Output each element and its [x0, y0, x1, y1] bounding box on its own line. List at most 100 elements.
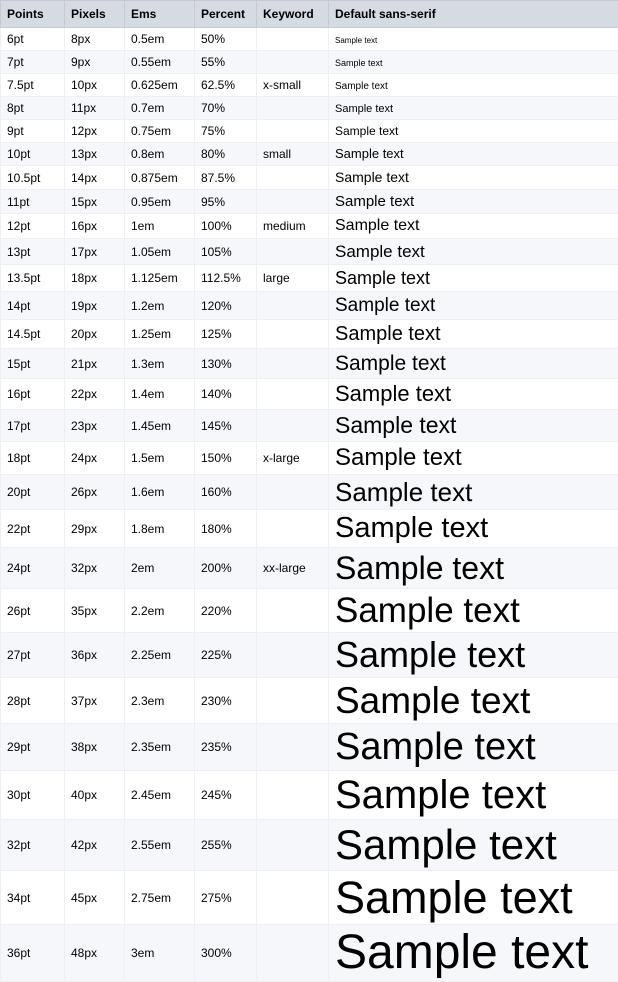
sample-text: Sample text	[335, 295, 435, 316]
cell-sample: Sample text	[329, 97, 618, 120]
table-row: 27pt36px2.25em225%Sample text	[1, 633, 618, 678]
cell-pixels: 12px	[65, 120, 125, 143]
cell-points: 16pt	[1, 379, 65, 410]
cell-points: 7.5pt	[1, 74, 65, 97]
cell-pixels: 18px	[65, 265, 125, 292]
cell-pixels: 32px	[65, 548, 125, 589]
cell-pixels: 16px	[65, 214, 125, 239]
cell-keyword	[257, 724, 329, 771]
cell-points: 11pt	[1, 190, 65, 214]
cell-points: 36pt	[1, 925, 65, 982]
cell-keyword	[257, 633, 329, 678]
cell-keyword: large	[257, 265, 329, 292]
cell-ems: 2.35em	[125, 724, 195, 771]
cell-ems: 0.875em	[125, 166, 195, 190]
sample-text: Sample text	[335, 242, 425, 261]
cell-keyword	[257, 97, 329, 120]
cell-points: 22pt	[1, 510, 65, 548]
cell-sample: Sample text	[329, 239, 618, 265]
cell-sample: Sample text	[329, 724, 618, 771]
cell-pixels: 21px	[65, 349, 125, 379]
cell-percent: 120%	[195, 292, 257, 320]
cell-keyword: small	[257, 143, 329, 166]
cell-ems: 0.5em	[125, 28, 195, 51]
sample-text: Sample text	[335, 81, 388, 92]
table-row: 32pt42px2.55em255%Sample text	[1, 820, 618, 871]
cell-ems: 2.25em	[125, 633, 195, 678]
cell-pixels: 45px	[65, 871, 125, 925]
cell-pixels: 35px	[65, 589, 125, 633]
sample-text: Sample text	[335, 477, 472, 507]
cell-ems: 0.7em	[125, 97, 195, 120]
sample-text: Sample text	[335, 821, 557, 868]
sample-text: Sample text	[335, 36, 377, 45]
cell-sample: Sample text	[329, 589, 618, 633]
cell-points: 15pt	[1, 349, 65, 379]
cell-sample: Sample text	[329, 678, 618, 724]
table-header-row: Points Pixels Ems Percent Keyword Defaul…	[1, 1, 618, 28]
cell-sample: Sample text	[329, 265, 618, 292]
cell-pixels: 37px	[65, 678, 125, 724]
sample-text: Sample text	[335, 680, 530, 721]
cell-points: 14.5pt	[1, 320, 65, 349]
cell-keyword	[257, 239, 329, 265]
cell-ems: 2.3em	[125, 678, 195, 724]
cell-pixels: 13px	[65, 143, 125, 166]
cell-pixels: 29px	[65, 510, 125, 548]
header-points: Points	[1, 1, 65, 28]
cell-sample: Sample text	[329, 214, 618, 239]
cell-ems: 2.75em	[125, 871, 195, 925]
cell-percent: 62.5%	[195, 74, 257, 97]
cell-points: 13.5pt	[1, 265, 65, 292]
cell-points: 7pt	[1, 51, 65, 74]
cell-percent: 125%	[195, 320, 257, 349]
cell-percent: 235%	[195, 724, 257, 771]
sample-text: Sample text	[335, 58, 383, 68]
table-row: 34pt45px2.75em275%Sample text	[1, 871, 618, 925]
cell-sample: Sample text	[329, 190, 618, 214]
table-row: 9pt12px0.75em75%Sample text	[1, 120, 618, 143]
cell-percent: 220%	[195, 589, 257, 633]
cell-pixels: 24px	[65, 442, 125, 475]
cell-ems: 0.8em	[125, 143, 195, 166]
cell-keyword	[257, 475, 329, 510]
table-row: 17pt23px1.45em145%Sample text	[1, 410, 618, 442]
cell-keyword	[257, 820, 329, 871]
cell-pixels: 17px	[65, 239, 125, 265]
cell-ems: 0.75em	[125, 120, 195, 143]
cell-ems: 2em	[125, 548, 195, 589]
cell-pixels: 20px	[65, 320, 125, 349]
table-row: 20pt26px1.6em160%Sample text	[1, 475, 618, 510]
cell-percent: 275%	[195, 871, 257, 925]
table-row: 7pt9px0.55em55%Sample text	[1, 51, 618, 74]
table-row: 26pt35px2.2em220%Sample text	[1, 589, 618, 633]
cell-pixels: 14px	[65, 166, 125, 190]
cell-keyword	[257, 871, 329, 925]
font-size-table: Points Pixels Ems Percent Keyword Defaul…	[0, 0, 618, 982]
sample-text: Sample text	[335, 726, 536, 768]
cell-pixels: 19px	[65, 292, 125, 320]
cell-ems: 2.55em	[125, 820, 195, 871]
table-row: 36pt48px3em300%Sample text	[1, 925, 618, 982]
cell-points: 32pt	[1, 820, 65, 871]
cell-points: 8pt	[1, 97, 65, 120]
cell-ems: 1.8em	[125, 510, 195, 548]
sample-text: Sample text	[335, 193, 414, 210]
sample-text: Sample text	[335, 381, 451, 406]
table-row: 13.5pt18px1.125em112.5%largeSample text	[1, 265, 618, 292]
cell-percent: 55%	[195, 51, 257, 74]
cell-keyword	[257, 349, 329, 379]
sample-text: Sample text	[335, 550, 504, 586]
sample-text: Sample text	[335, 444, 462, 471]
cell-sample: Sample text	[329, 51, 618, 74]
cell-percent: 50%	[195, 28, 257, 51]
cell-points: 30pt	[1, 771, 65, 820]
cell-points: 9pt	[1, 120, 65, 143]
table-row: 11pt15px0.95em95%Sample text	[1, 190, 618, 214]
cell-sample: Sample text	[329, 925, 618, 982]
cell-pixels: 15px	[65, 190, 125, 214]
cell-points: 24pt	[1, 548, 65, 589]
cell-sample: Sample text	[329, 871, 618, 925]
cell-sample: Sample text	[329, 410, 618, 442]
cell-keyword	[257, 320, 329, 349]
